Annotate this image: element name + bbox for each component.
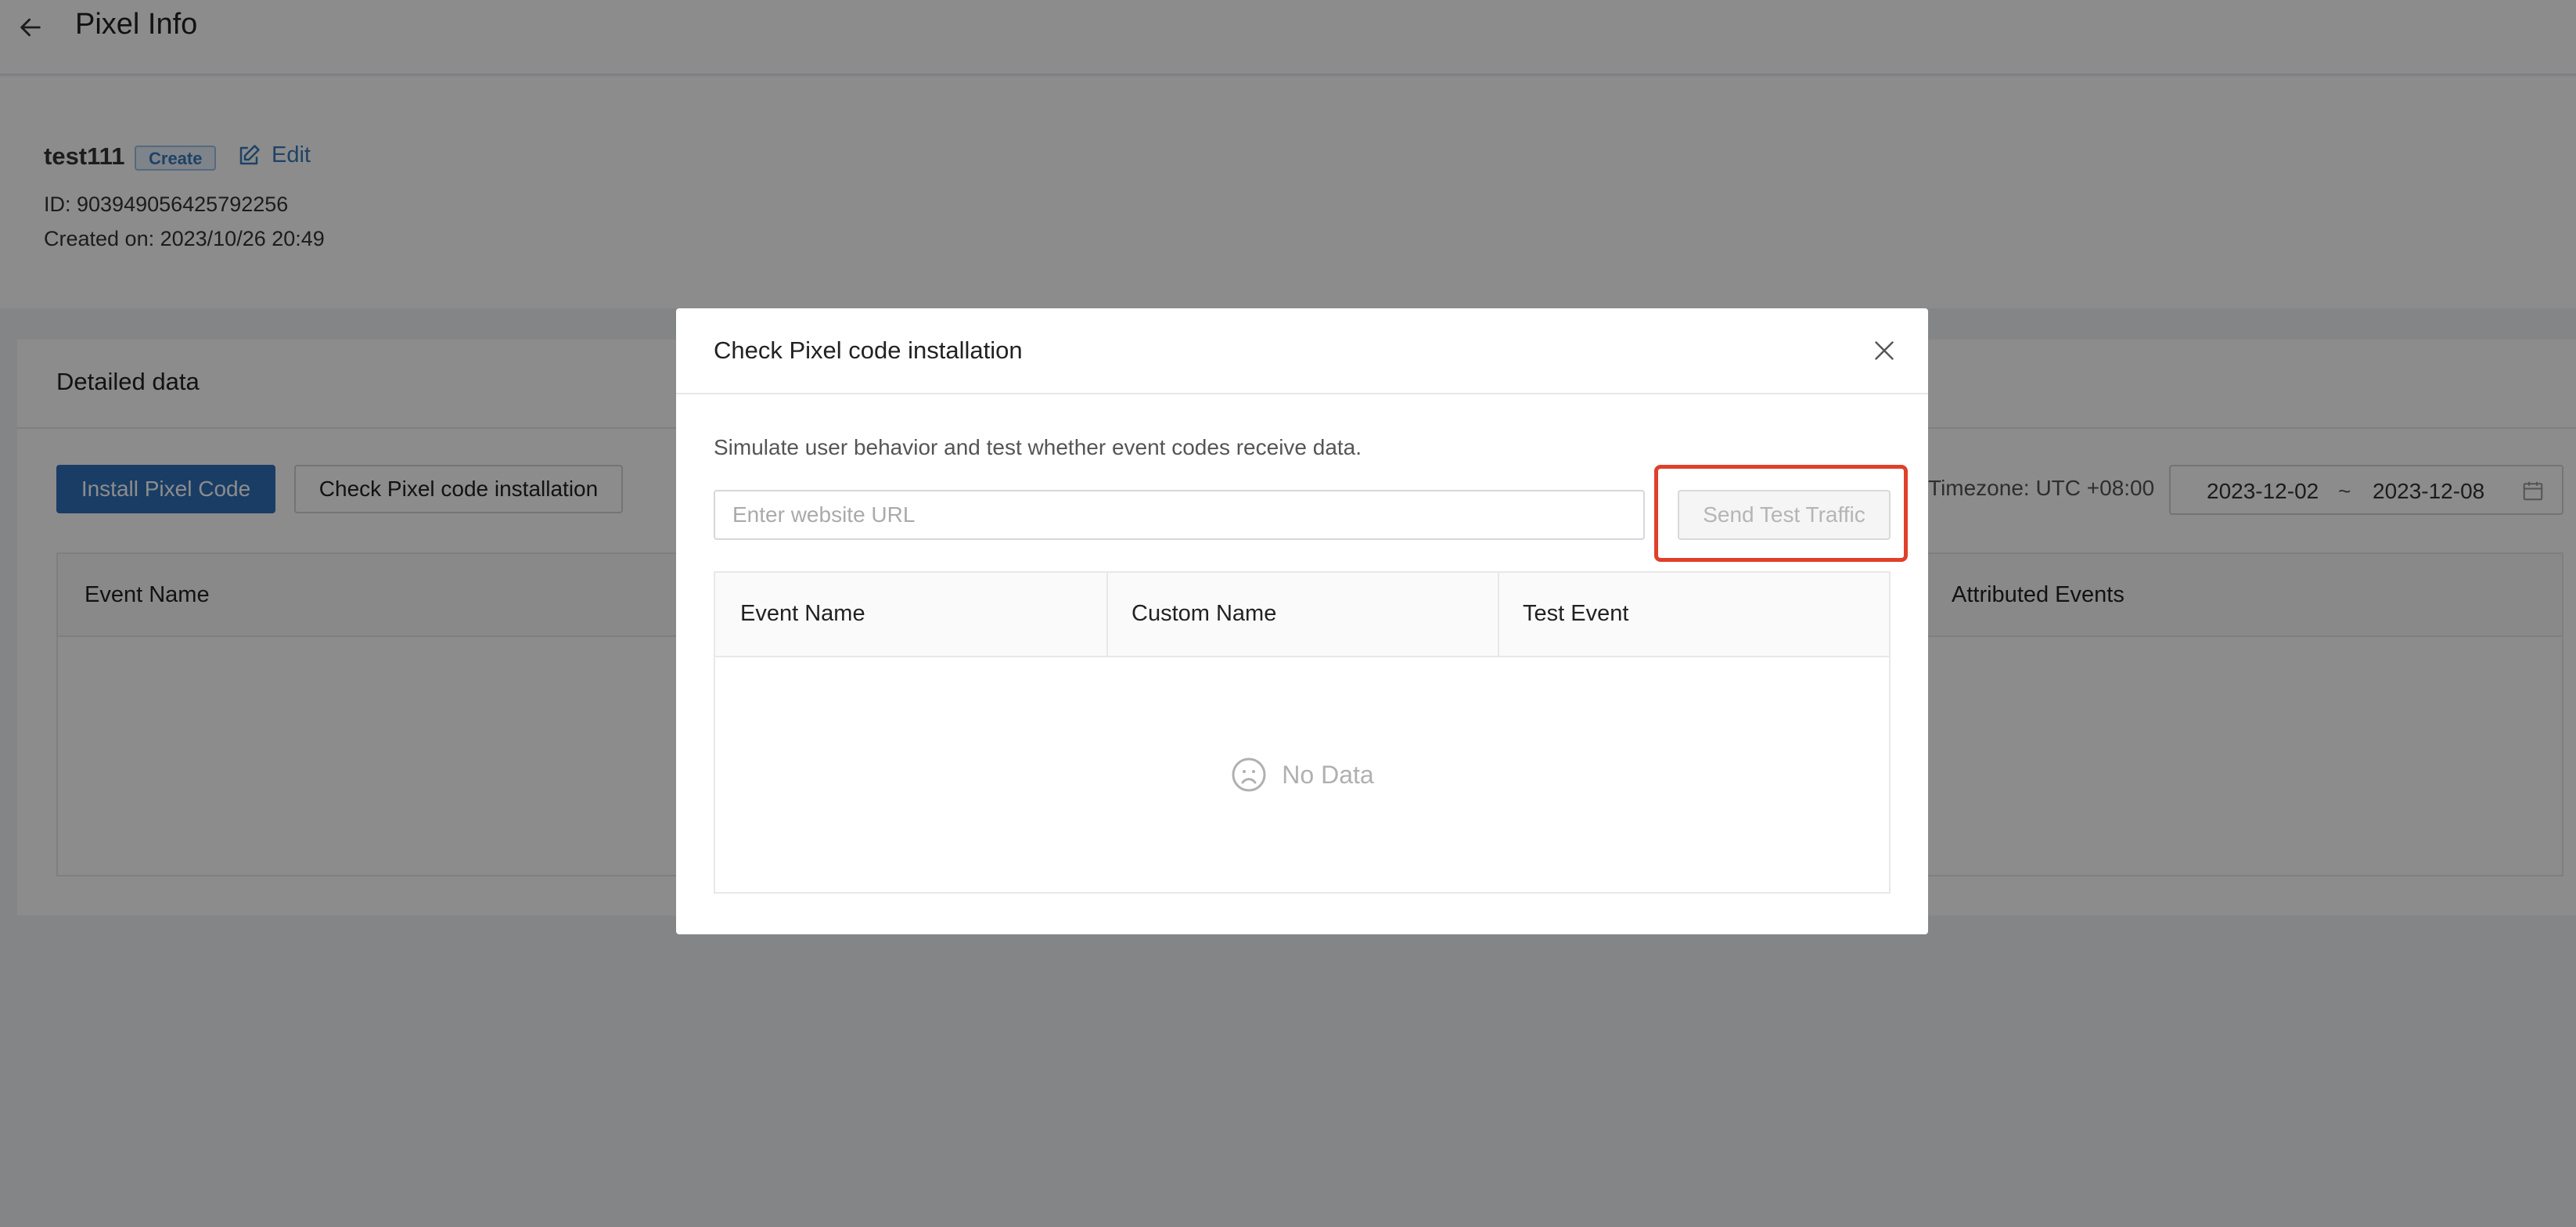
- column-test-event: Test Event: [1523, 601, 1629, 626]
- highlight-annotation: [1654, 465, 1908, 562]
- column-separator: [1498, 573, 1499, 656]
- close-icon[interactable]: [1870, 336, 1898, 365]
- column-separator: [1106, 573, 1108, 656]
- table-header: Event Name Custom Name Test Event: [715, 573, 1889, 657]
- divider: [676, 393, 1928, 394]
- test-events-table: Event Name Custom Name Test Event No Dat…: [714, 571, 1891, 894]
- no-data-text: No Data: [1282, 760, 1374, 789]
- check-pixel-modal: Check Pixel code installation Simulate u…: [676, 308, 1928, 934]
- column-custom-name: Custom Name: [1131, 601, 1277, 626]
- website-url-input[interactable]: [714, 490, 1645, 540]
- modal-description: Simulate user behavior and test whether …: [714, 435, 1362, 459]
- column-event-name: Event Name: [740, 601, 865, 626]
- empty-state: No Data: [715, 657, 1889, 892]
- frown-icon: [1232, 757, 1266, 792]
- modal-title: Check Pixel code installation: [714, 336, 1023, 364]
